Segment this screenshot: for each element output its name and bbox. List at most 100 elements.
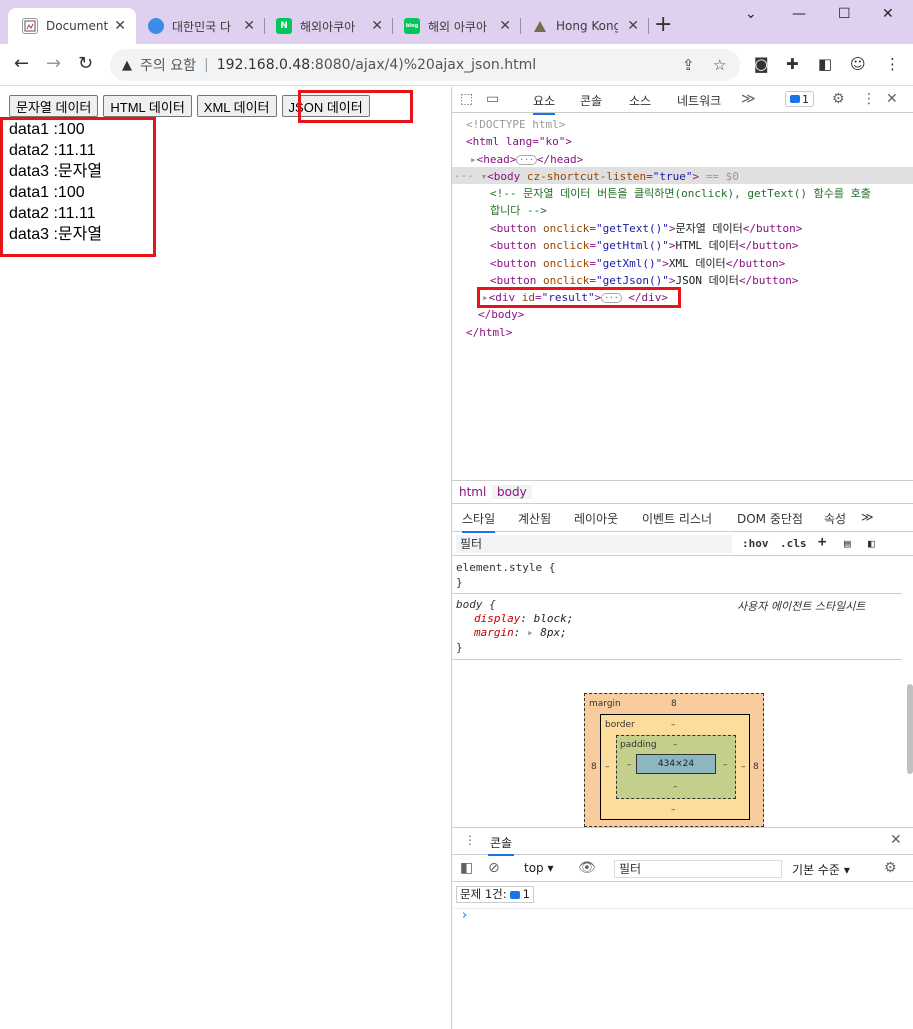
box-model-padding[interactable]: padding – – – – 434×24 — [616, 735, 736, 799]
clear-console-icon[interactable]: ⊘ — [488, 860, 500, 876]
reload-button[interactable]: ↻ — [78, 53, 93, 74]
get-html-button[interactable]: HTML 데이터 — [103, 95, 192, 117]
breadcrumb-body[interactable]: body — [492, 485, 532, 499]
paint-icon[interactable]: ▤ — [844, 537, 851, 550]
close-tab-icon[interactable]: ✕ — [114, 18, 126, 34]
context-selector[interactable]: top ▾ — [524, 861, 554, 875]
bookmark-star-icon[interactable]: ☆ — [713, 56, 726, 74]
html-close-node[interactable]: </html> — [466, 324, 512, 342]
tab-event-listeners[interactable]: 이벤트 리스너 — [642, 510, 712, 527]
body-close-node[interactable]: </body> — [478, 306, 524, 324]
styles-scrollbar[interactable] — [907, 684, 913, 774]
padding-bottom-value[interactable]: – — [673, 782, 678, 792]
styles-filter-input[interactable]: 필터 — [456, 535, 732, 553]
tab-hongkong[interactable]: Hong Kong ✕ — [524, 8, 649, 44]
padding-top-value[interactable]: – — [673, 740, 678, 750]
close-devtools-icon[interactable]: ✕ — [886, 91, 898, 107]
box-model-margin[interactable]: margin 8 8 8 border – – – – padding – – … — [584, 693, 764, 827]
more-tabs-icon[interactable]: ≫ — [741, 91, 756, 107]
address-bar[interactable]: ▲ 주의 요함 | 192.168.0.48:8080/ajax/4)%20aj… — [110, 49, 740, 81]
ellipsis-icon[interactable]: ··· — [601, 293, 622, 303]
margin-top-value[interactable]: 8 — [671, 699, 677, 709]
log-level-selector[interactable]: 기본 수준 ▾ — [792, 861, 850, 878]
close-tab-icon[interactable]: ✕ — [243, 18, 255, 34]
ellipsis-icon[interactable]: ··· — [516, 155, 537, 165]
tab-console[interactable]: 콘솔 — [580, 92, 602, 109]
profile-icon[interactable]: ☺ — [850, 55, 866, 73]
tab-elements[interactable]: 요소 — [533, 92, 556, 115]
comment-node-line1[interactable]: <!-- 문자열 데이터 버튼을 클릭하면(onclick), getText(… — [490, 185, 871, 203]
more-options-icon[interactable]: ⋮ — [862, 91, 876, 107]
cls-toggle[interactable]: .cls — [780, 537, 807, 550]
menu-icon[interactable]: ⋮ — [885, 55, 900, 73]
get-text-button[interactable]: 문자열 데이터 — [9, 95, 99, 117]
close-window-button[interactable]: ✕ — [882, 6, 894, 22]
sidebar-toggle-icon[interactable]: ◧ — [460, 860, 473, 876]
box-model-border[interactable]: border – – – – padding – – – – 434×24 — [600, 714, 750, 820]
button-node[interactable]: <button onclick="getXml()">XML 데이터</butt… — [490, 255, 785, 273]
tab-network[interactable]: 네트워크 — [677, 92, 721, 109]
close-tab-icon[interactable]: ✕ — [627, 18, 639, 34]
border-top-value[interactable]: – — [671, 720, 676, 730]
warning-icon[interactable]: ▲ — [122, 58, 132, 73]
get-xml-button[interactable]: XML 데이터 — [196, 95, 277, 117]
settings-gear-icon[interactable]: ⚙ — [832, 91, 845, 107]
sidebar-toggle-icon[interactable]: ◧ — [868, 537, 875, 550]
head-node[interactable]: ▸<head> ··· </head> — [470, 151, 583, 169]
tab-blog[interactable]: blog 해외 아쿠아 ✕ — [396, 8, 521, 44]
expand-arrow-icon[interactable]: ▸ — [470, 153, 477, 166]
drawer-menu-icon[interactable]: ⋮ — [464, 833, 476, 847]
more-tabs-icon[interactable]: ≫ — [861, 510, 874, 524]
settings-gear-icon[interactable]: ⚙ — [884, 860, 897, 876]
breadcrumb-html[interactable]: html — [459, 485, 486, 499]
security-label[interactable]: 주의 요함 — [140, 55, 196, 75]
minimize-button[interactable]: — — [792, 6, 806, 22]
element-style-rule[interactable]: element.style { } — [452, 557, 902, 594]
box-model-content[interactable]: 434×24 — [636, 754, 716, 774]
extensions-icon[interactable]: ✚ — [786, 55, 799, 73]
expand-arrow-icon[interactable]: ▸ — [482, 291, 489, 304]
padding-left-value[interactable]: – — [627, 760, 632, 770]
maximize-button[interactable]: ☐ — [838, 6, 851, 22]
decl-display[interactable]: display: block; — [474, 612, 573, 625]
decl-margin[interactable]: margin: ▸ 8px; — [474, 626, 567, 639]
tab-computed[interactable]: 계산됨 — [518, 510, 551, 527]
inspect-icon[interactable]: ⬚ — [460, 91, 473, 107]
device-toolbar-icon[interactable]: ▭ — [486, 91, 499, 107]
html-node[interactable]: <html lang="ko"> — [466, 133, 572, 151]
back-button[interactable]: ← — [14, 53, 29, 74]
padding-right-value[interactable]: – — [723, 760, 728, 770]
tab-naver[interactable]: N 해외아쿠아 ✕ — [268, 8, 393, 44]
url-text[interactable]: 192.168.0.48:8080/ajax/4)%20ajax_json.ht… — [217, 57, 536, 73]
ellipsis-menu-icon[interactable]: ··· — [454, 170, 481, 183]
comment-node-line2[interactable]: 합니다 --> — [490, 202, 547, 220]
side-panel-icon[interactable]: ◧ — [818, 55, 832, 73]
button-node[interactable]: <button onclick="getJson()">JSON 데이터</bu… — [490, 272, 799, 290]
tab-sources[interactable]: 소스 — [629, 92, 651, 109]
tab-styles[interactable]: 스타일 — [462, 510, 496, 533]
tab-document[interactable]: Document ✕ — [8, 8, 136, 44]
drawer-tab-console[interactable]: 콘솔 — [488, 834, 515, 856]
tab-korea[interactable]: 대한민국 다 ✕ — [140, 8, 265, 44]
share-icon[interactable]: ⇪ — [682, 56, 695, 74]
body-node[interactable]: ··· ▾<body cz-shortcut-listen="true"> ==… — [454, 168, 739, 186]
border-right-value[interactable]: – — [741, 762, 746, 772]
body-rule[interactable]: body { 사용자 에이전트 스타일시트 display: block; ma… — [452, 595, 902, 660]
border-bottom-value[interactable]: – — [671, 805, 676, 815]
issues-counter[interactable]: 문제 1건: 1 — [456, 886, 534, 903]
close-tab-icon[interactable]: ✕ — [499, 18, 511, 34]
doctype-node[interactable]: <!DOCTYPE html> — [466, 116, 565, 134]
button-node[interactable]: <button onclick="getText()">문자열 데이터</but… — [490, 220, 802, 238]
result-div-node[interactable]: ▸<div id="result"> ··· </div> — [482, 289, 668, 307]
button-node[interactable]: <button onclick="getHtml()">HTML 데이터</bu… — [490, 237, 799, 255]
margin-left-value[interactable]: 8 — [591, 762, 597, 772]
console-filter-input[interactable]: 필터 — [614, 860, 782, 878]
forward-button[interactable]: → — [46, 53, 61, 74]
tab-layout[interactable]: 레이아웃 — [574, 510, 618, 527]
new-rule-icon[interactable]: + — [818, 534, 826, 550]
tab-properties[interactable]: 속성 — [824, 510, 846, 527]
console-prompt-icon[interactable]: › — [462, 908, 467, 923]
camera-icon[interactable]: ◙ — [754, 55, 769, 73]
new-tab-button[interactable]: + — [654, 12, 672, 37]
close-tab-icon[interactable]: ✕ — [371, 18, 383, 34]
